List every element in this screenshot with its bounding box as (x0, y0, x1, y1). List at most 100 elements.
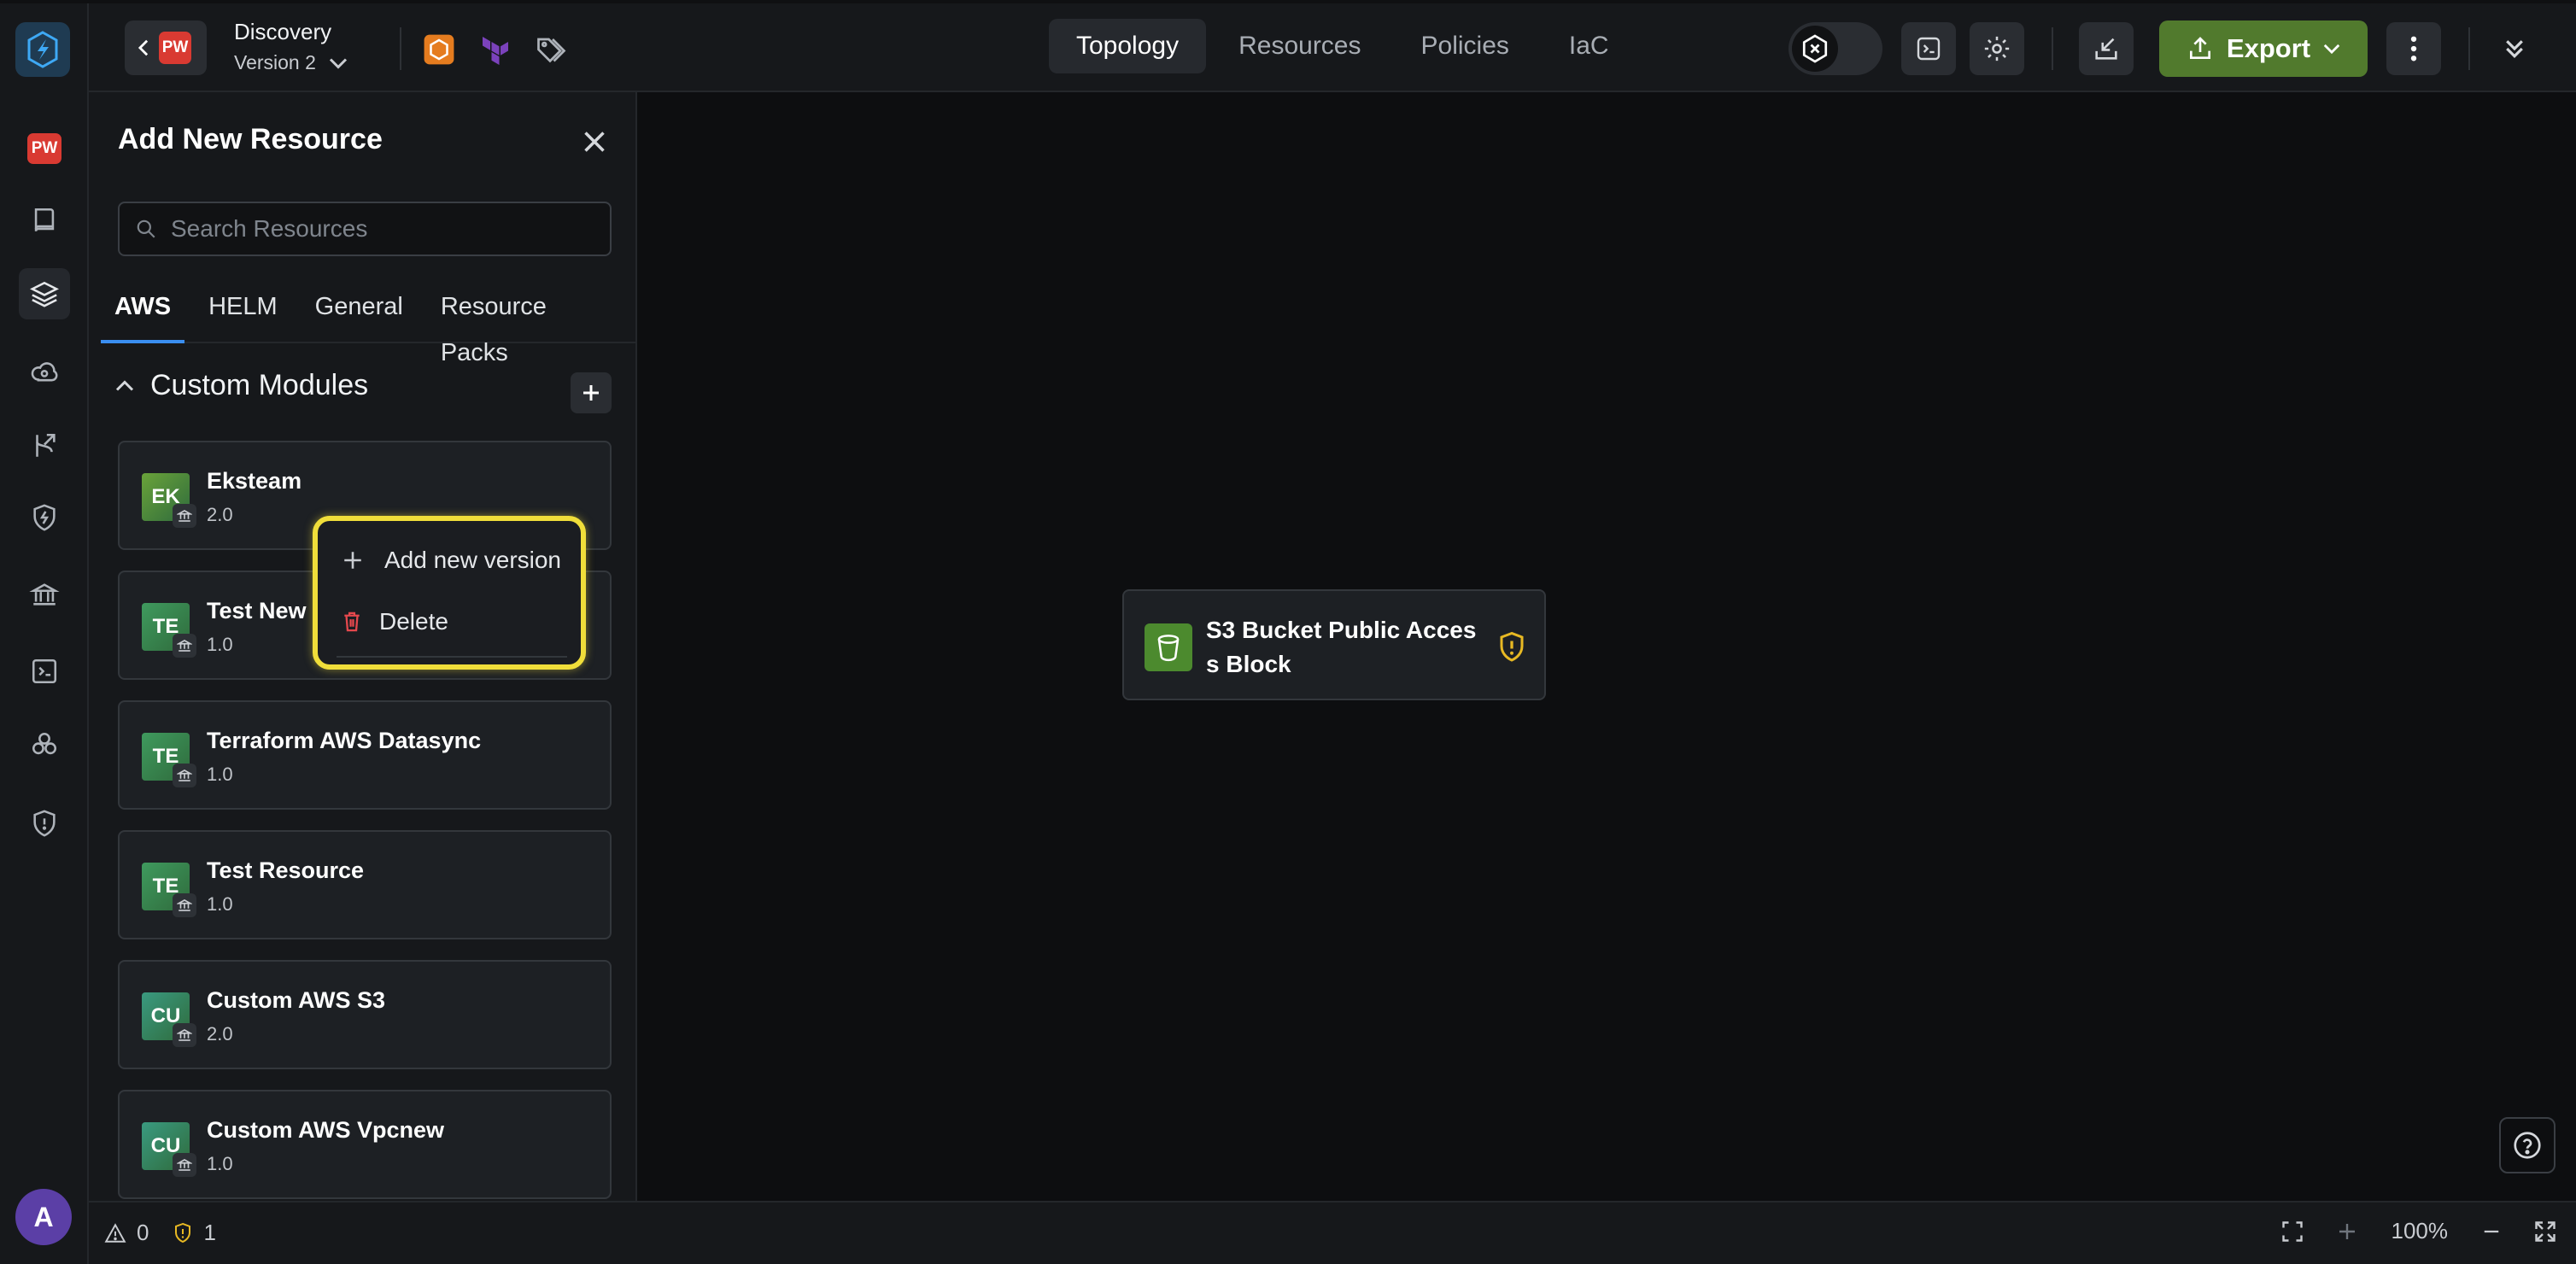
add-module-button[interactable] (571, 372, 612, 413)
branch-icon[interactable] (19, 420, 70, 471)
s3-bucket-icon (1145, 623, 1192, 671)
tab-resource-packs[interactable]: Resource Packs (427, 284, 627, 366)
terminal-button[interactable] (1901, 22, 1956, 75)
module-version: 1.0 (207, 893, 233, 915)
hexagon-x-icon (1802, 34, 1828, 63)
module-card[interactable]: CU Custom AWS S3 2.0 (118, 960, 612, 1069)
cloud-search-icon[interactable] (19, 347, 70, 398)
layers-icon[interactable] (19, 268, 70, 319)
module-version: 1.0 (207, 764, 233, 785)
chevron-left-icon (138, 39, 149, 56)
tab-aws[interactable]: AWS (101, 284, 185, 343)
module-badge: TE (142, 733, 196, 787)
rail-workspace[interactable]: PW (19, 123, 70, 174)
plus-icon (583, 385, 599, 401)
section-title: Custom Modules (150, 369, 369, 401)
version-selector[interactable]: Version 2 (234, 51, 348, 74)
terminal-icon[interactable] (19, 646, 70, 697)
fullscreen-icon[interactable] (2535, 1220, 2556, 1242)
zoom-in-icon[interactable] (2337, 1221, 2357, 1242)
module-version: 1.0 (207, 634, 233, 655)
project-badge: PW (159, 32, 191, 64)
module-badge: CU (142, 992, 196, 1047)
zoom-out-icon[interactable] (2482, 1221, 2501, 1242)
module-badge: TE (142, 863, 196, 917)
module-version: 2.0 (207, 1023, 233, 1045)
upload-icon (2189, 37, 2210, 59)
topology-canvas[interactable]: S3 Bucket Public Access Block (637, 92, 2576, 1201)
double-chevron-down-icon (2506, 40, 2523, 58)
tab-resources[interactable]: Resources (1211, 19, 1388, 73)
bank-icon[interactable] (19, 569, 70, 620)
module-card[interactable]: CU Custom AWS Vpcnew 1.0 (118, 1090, 612, 1199)
app-logo[interactable] (15, 22, 70, 77)
shield-bolt-icon[interactable] (19, 492, 70, 543)
module-name: Test Resource (207, 857, 365, 883)
chevron-down-icon (2323, 44, 2340, 55)
modules-icon[interactable] (19, 719, 70, 770)
module-context-menu: Add new version Delete (313, 516, 586, 670)
add-new-version-label: Add new version (384, 547, 562, 573)
tab-topology[interactable]: Topology (1049, 19, 1207, 73)
shield-alert-icon[interactable] (19, 798, 70, 849)
left-rail: PW A (0, 3, 89, 1264)
module-version: 2.0 (207, 504, 233, 525)
search-input[interactable] (171, 215, 598, 243)
ai-toggle[interactable] (1789, 22, 1882, 75)
help-icon (2514, 1132, 2541, 1159)
download-icon (2095, 38, 2117, 60)
terminal-icon (1917, 37, 1941, 61)
module-badge: TE (142, 603, 196, 658)
chevron-up-icon (115, 379, 134, 391)
delete-item[interactable]: Delete (342, 608, 448, 635)
issue-counters[interactable]: 0 1 (104, 1220, 216, 1246)
aws-provider-icon[interactable] (422, 32, 456, 67)
zoom-level: 100% (2391, 1218, 2449, 1244)
user-avatar[interactable]: A (15, 1189, 72, 1245)
tab-policies[interactable]: Policies (1394, 19, 1537, 73)
warning-shield-icon (175, 1222, 191, 1243)
back-button[interactable]: PW (125, 20, 207, 75)
import-button[interactable] (2079, 22, 2134, 75)
registry-icon (173, 764, 196, 787)
add-new-version-item[interactable]: Add new version (342, 547, 561, 574)
module-name: Eksteam (207, 468, 302, 494)
kebab-icon (2410, 36, 2417, 61)
warning-count: 1 (203, 1220, 216, 1245)
module-name: Custom AWS Vpcnew (207, 1117, 445, 1143)
module-name: Test New (207, 598, 307, 623)
menu-divider (337, 656, 567, 658)
workspace-badge: PW (27, 133, 61, 164)
module-name: Terraform AWS Datasync (207, 728, 482, 753)
close-panel-button[interactable] (576, 123, 613, 161)
help-button[interactable] (2499, 1117, 2556, 1173)
tab-general[interactable]: General (302, 284, 417, 343)
status-bar: 0 1 100% (89, 1201, 2576, 1264)
collapse-button[interactable] (2487, 22, 2542, 75)
book-icon[interactable] (19, 195, 70, 246)
export-label: Export (2226, 33, 2311, 63)
more-menu-button[interactable] (2386, 22, 2441, 75)
registry-icon (173, 893, 196, 917)
module-card[interactable]: TE Terraform AWS Datasync 1.0 (118, 700, 612, 810)
warning-shield-icon (1500, 631, 1524, 662)
gear-icon (1984, 36, 2010, 61)
tags-icon[interactable] (533, 32, 567, 67)
module-version: 1.0 (207, 1153, 233, 1174)
tab-helm[interactable]: HELM (195, 284, 291, 343)
settings-button[interactable] (1970, 22, 2024, 75)
divider (2468, 27, 2470, 70)
tab-iac[interactable]: IaC (1542, 19, 1636, 73)
error-triangle-icon (104, 1222, 126, 1243)
ai-toggle-knob (1792, 26, 1838, 72)
resource-node[interactable]: S3 Bucket Public Access Block (1122, 589, 1546, 700)
chevron-down-icon (329, 57, 347, 69)
custom-modules-header[interactable]: Custom Modules (114, 369, 368, 402)
export-button[interactable]: Export (2159, 20, 2368, 77)
module-card[interactable]: TE Test Resource 1.0 (118, 830, 612, 939)
search-icon (137, 219, 155, 238)
registry-icon (173, 1153, 196, 1177)
module-badge: CU (142, 1122, 196, 1177)
terraform-icon[interactable] (478, 32, 512, 67)
fit-view-icon[interactable] (2281, 1220, 2303, 1242)
